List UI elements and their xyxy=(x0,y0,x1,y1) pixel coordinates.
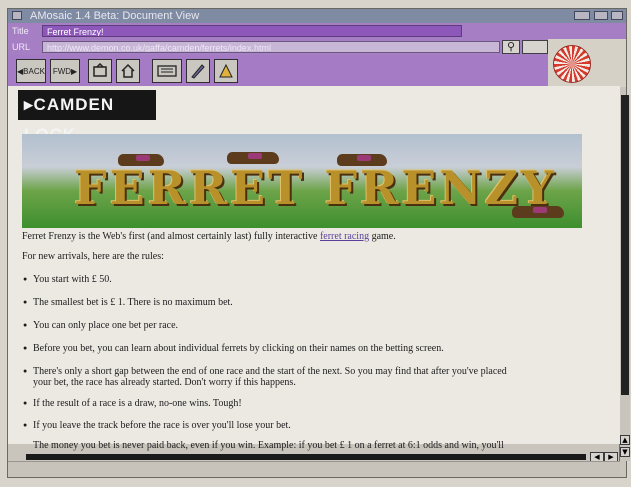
scroll-up-arrow-icon[interactable]: ▲ xyxy=(620,435,630,445)
forward-label: FWD xyxy=(52,66,72,76)
back-label: BACK xyxy=(23,66,45,76)
depth-gadget-icon[interactable] xyxy=(594,11,608,20)
window-titlebar[interactable]: AMosaic 1.4 Beta: Document View xyxy=(8,9,626,24)
amiga-ball-logo-icon xyxy=(553,45,591,83)
screen-frame: AMosaic 1.4 Beta: Document View Title Fe… xyxy=(0,0,631,487)
list-item-continuation: your bet, the race has already started. … xyxy=(33,377,296,388)
list-item: If the result of a race is a draw, no-on… xyxy=(23,398,623,409)
list-item: If you leave the track before the race i… xyxy=(23,420,623,431)
list-item: The smallest bet is £ 1. There is no max… xyxy=(23,297,623,308)
rules-intro: For new arrivals, here are the rules: xyxy=(22,251,164,262)
banner-title: FERRET FRENZY xyxy=(74,161,557,215)
title-label: Title xyxy=(12,26,29,36)
document-title-field: Ferret Frenzy! xyxy=(42,25,462,37)
site-badge[interactable]: ▸CAMDEN LOCK xyxy=(18,90,156,144)
list-item: There's only a short gap between the end… xyxy=(23,366,623,377)
forward-icon: ▶ xyxy=(71,66,78,76)
intro-text-end: game. xyxy=(369,231,396,242)
ferret-frenzy-banner: FERRET FRENZY xyxy=(22,134,582,228)
search-button[interactable]: ⚲ xyxy=(502,40,520,54)
list-item: You can only place one bet per race. xyxy=(23,320,623,331)
title-row: Title Ferret Frenzy! xyxy=(8,23,626,39)
edit-icon xyxy=(191,64,205,79)
hotlist-icon xyxy=(157,65,177,77)
ferret-racing-link[interactable]: ferret racing xyxy=(320,231,369,242)
intro-paragraph: Ferret Frenzy is the Web's first (and al… xyxy=(22,231,396,242)
reload-button[interactable] xyxy=(88,59,112,83)
home-icon xyxy=(121,63,135,78)
hotlist-button[interactable] xyxy=(152,59,182,83)
list-item: The money you bet is never paid back, ev… xyxy=(33,440,593,451)
forward-button[interactable]: FWD ▶ xyxy=(50,59,80,83)
navigation-toolbar: ◀ BACK FWD ▶ xyxy=(8,55,548,87)
window-title: AMosaic 1.4 Beta: Document View xyxy=(30,10,200,22)
back-button[interactable]: ◀ BACK xyxy=(16,59,46,83)
status-bar xyxy=(8,461,620,476)
zoom-gadget-icon[interactable] xyxy=(574,11,590,20)
url-row: URL http://www.demon.co.uk/gaffa/camden/… xyxy=(8,39,626,55)
annotate-icon xyxy=(219,63,233,78)
list-item: You start with £ 50. xyxy=(23,274,623,285)
search-icon: ⚲ xyxy=(506,40,516,53)
intro-text: Ferret Frenzy is the Web's first (and al… xyxy=(22,231,320,242)
annotate-button[interactable] xyxy=(214,59,238,83)
scroll-down-arrow-icon[interactable]: ▼ xyxy=(620,447,630,457)
reload-icon xyxy=(93,63,107,77)
list-item: Before you bet, you can learn about indi… xyxy=(23,343,623,354)
home-button[interactable] xyxy=(116,59,140,83)
url-clear-button[interactable] xyxy=(522,40,548,54)
edit-button[interactable] xyxy=(186,59,210,83)
iconify-gadget-icon[interactable] xyxy=(611,11,623,20)
horizontal-scroll-thumb[interactable] xyxy=(26,454,586,460)
url-label: URL xyxy=(12,42,31,52)
url-input[interactable]: http://www.demon.co.uk/gaffa/camden/ferr… xyxy=(42,41,500,53)
close-gadget-icon[interactable] xyxy=(12,11,22,20)
